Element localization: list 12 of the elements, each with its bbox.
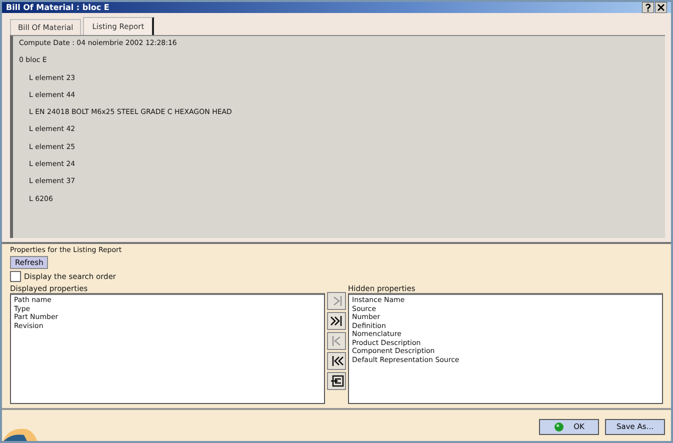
checkbox[interactable] — [10, 271, 21, 282]
double-chevron-bar-icon — [330, 315, 344, 327]
insert-button[interactable] — [327, 372, 346, 390]
window-title: Bill Of Material : bloc E — [6, 3, 110, 12]
insert-list-icon — [330, 375, 344, 387]
move-button[interactable] — [327, 312, 346, 330]
move-button[interactable] — [327, 352, 346, 370]
logo-swirl-icon — [2, 427, 38, 441]
close-icon[interactable] — [655, 2, 667, 13]
help-icon[interactable] — [642, 2, 654, 13]
status-dot-icon — [554, 422, 564, 432]
double-chevron-bar-icon — [330, 355, 344, 367]
